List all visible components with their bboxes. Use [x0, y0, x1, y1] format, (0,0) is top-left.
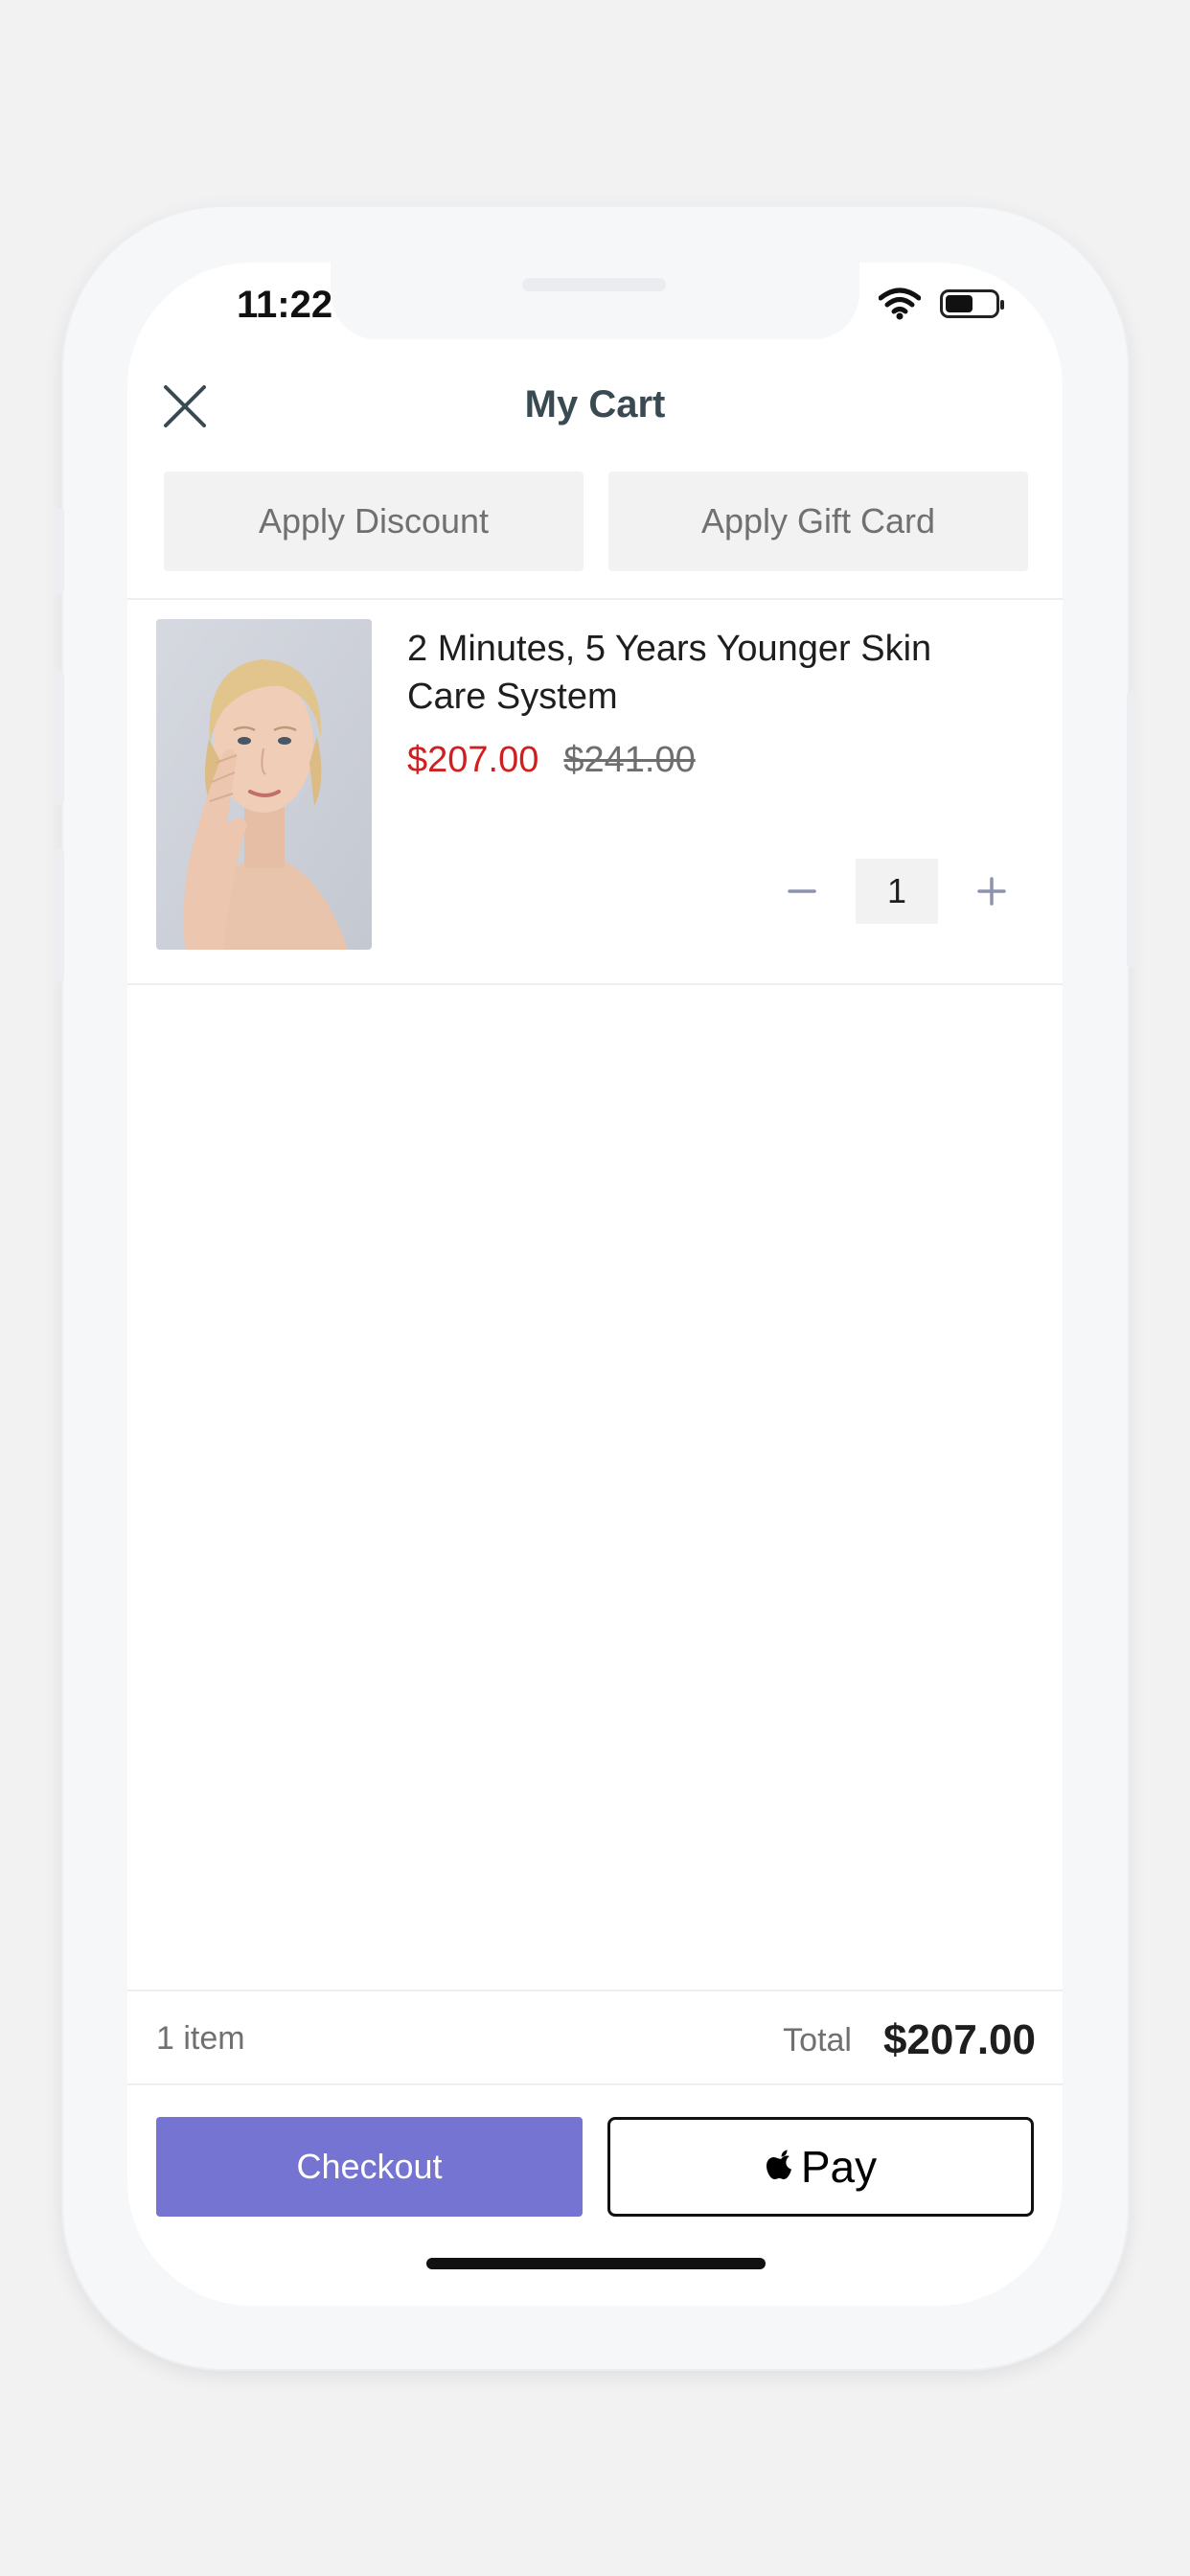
apply-gift-card-button[interactable]: Apply Gift Card [608, 472, 1028, 571]
speaker-grille [522, 278, 666, 291]
phone-power-button [1127, 690, 1136, 968]
divider [127, 983, 1063, 985]
battery-level [946, 295, 973, 312]
minus-icon [788, 889, 816, 893]
item-count: 1 item [156, 2020, 245, 2057]
status-icons [879, 288, 1004, 320]
total-value: $207.00 [882, 2016, 1036, 2063]
sale-price: $207.00 [407, 740, 539, 780]
increase-quantity-button[interactable] [963, 862, 1020, 920]
decrease-quantity-button[interactable] [773, 862, 831, 920]
plus-icon [977, 877, 1006, 906]
original-price: $241.00 [563, 740, 696, 780]
phone-screen: 11:22 My Cart Apply Discount Apply Gift … [127, 263, 1063, 2306]
apple-pay-label: Pay [800, 2142, 878, 2192]
battery-icon [940, 289, 1004, 318]
page-title: My Cart [524, 383, 666, 426]
status-time: 11:22 [237, 284, 333, 326]
total-label: Total [783, 2022, 852, 2058]
cart-item: 2 Minutes, 5 Years Younger Skin Care Sys… [127, 600, 1063, 985]
cart-actions: Apply Discount Apply Gift Card [164, 472, 1028, 571]
notch [331, 263, 859, 339]
home-indicator[interactable] [426, 2258, 766, 2269]
product-image[interactable] [156, 619, 372, 950]
price-row: $207.00 $241.00 [407, 740, 696, 781]
woman-skincare-photo [156, 619, 372, 950]
cart-header: My Cart [127, 358, 1063, 454]
checkout-row: Checkout Pay [156, 2117, 1034, 2217]
product-name[interactable]: 2 Minutes, 5 Years Younger Skin Care Sys… [407, 625, 1001, 721]
checkout-button[interactable]: Checkout [156, 2117, 583, 2217]
wifi-icon [879, 288, 921, 320]
phone-silent-switch [55, 508, 64, 594]
quantity-value: 1 [856, 859, 938, 924]
cart-summary: 1 item Total $207.00 [127, 1990, 1063, 2085]
quantity-stepper: 1 [773, 859, 1020, 924]
apply-discount-button[interactable]: Apply Discount [164, 472, 584, 571]
phone-volume-up [55, 671, 64, 805]
apple-pay-button[interactable]: Pay [607, 2117, 1034, 2217]
phone-volume-down [55, 848, 64, 982]
apple-logo-icon [766, 2150, 791, 2179]
